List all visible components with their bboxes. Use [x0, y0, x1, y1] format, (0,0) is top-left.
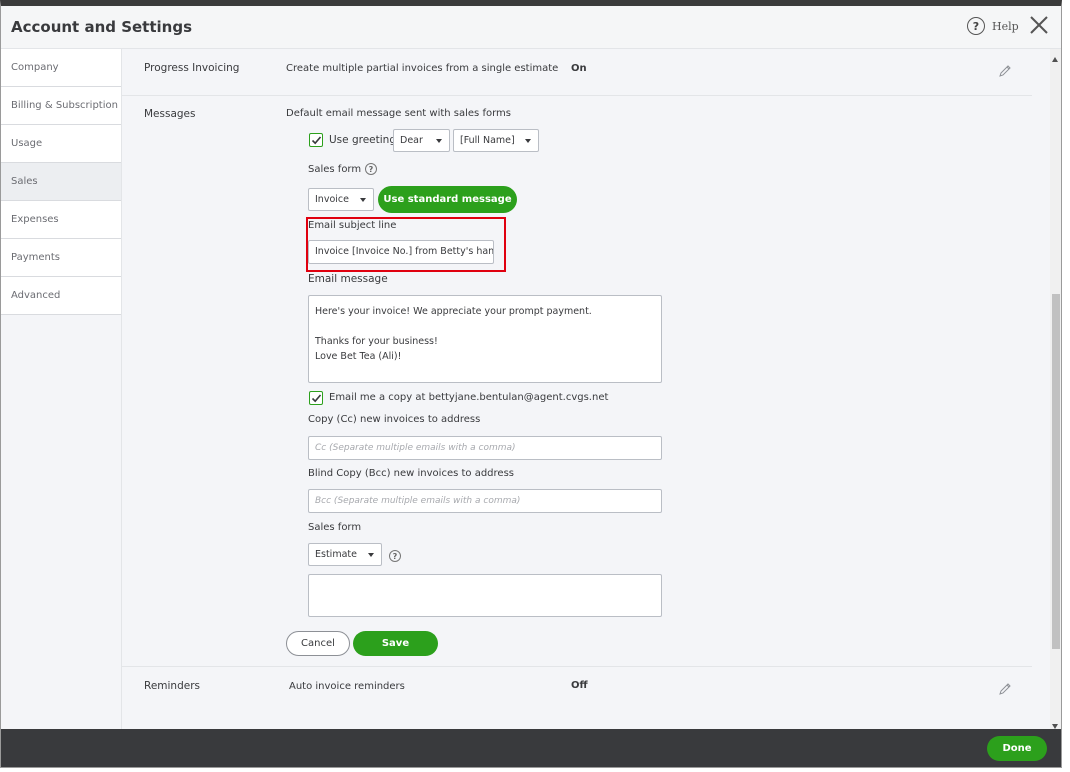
vertical-scrollbar[interactable] — [1050, 49, 1061, 739]
sidebar-item-payments[interactable]: Payments — [1, 239, 121, 277]
greeting-select-value: Dear — [400, 135, 423, 146]
chevron-down-icon — [525, 139, 531, 143]
chevron-down-icon — [360, 198, 366, 202]
use-greeting-label: Use greeting — [329, 134, 396, 146]
settings-sidebar: Company Billing & Subscription Usage Sal… — [1, 49, 122, 739]
bcc-label: Blind Copy (Bcc) new invoices to address — [308, 468, 514, 479]
edit-pencil-icon[interactable] — [998, 64, 1012, 78]
sidebar-item-expenses[interactable]: Expenses — [1, 201, 121, 239]
messages-row: Messages Default email message sent with… — [122, 95, 1032, 665]
name-select[interactable]: [Full Name] — [453, 129, 539, 152]
save-button[interactable]: Save — [353, 631, 438, 656]
close-icon[interactable] — [1027, 13, 1051, 37]
sidebar-item-sales[interactable]: Sales — [1, 163, 121, 201]
checkmark-icon — [311, 393, 321, 402]
reminders-row[interactable]: Reminders Auto invoice reminders Off — [122, 666, 1032, 716]
bcc-input[interactable]: Bcc (Separate multiple emails with a com… — [308, 489, 662, 513]
sales-form-select-value: Invoice — [315, 194, 349, 205]
sidebar-item-advanced[interactable]: Advanced — [1, 277, 121, 315]
sales-form2-select-value: Estimate — [315, 549, 357, 560]
progress-invoicing-value: On — [571, 63, 587, 74]
progress-invoicing-row[interactable]: Progress Invoicing Create multiple parti… — [122, 49, 1032, 95]
email-message-textarea[interactable]: Here's your invoice! We appreciate your … — [308, 295, 662, 383]
messages-description: Default email message sent with sales fo… — [286, 108, 511, 119]
use-greeting-checkbox[interactable] — [309, 133, 323, 147]
use-standard-message-button[interactable]: Use standard message — [378, 186, 517, 213]
reminders-label: Reminders — [144, 680, 200, 692]
sales-form-label: Sales form — [308, 164, 362, 175]
chevron-down-icon — [436, 139, 442, 143]
cancel-button[interactable]: Cancel — [286, 631, 350, 656]
scroll-thumb[interactable] — [1052, 294, 1060, 649]
sales-form2-textarea[interactable] — [308, 574, 662, 617]
chevron-down-icon — [368, 553, 374, 557]
page-title: Account and Settings — [11, 18, 193, 36]
footer-bar: Done — [1, 729, 1061, 767]
progress-invoicing-label: Progress Invoicing — [144, 62, 240, 74]
sales-form2-select[interactable]: Estimate — [308, 543, 382, 566]
checkmark-icon — [311, 135, 321, 144]
reminders-description: Auto invoice reminders — [289, 681, 405, 692]
cc-input[interactable]: Cc (Separate multiple emails with a comm… — [308, 436, 662, 460]
email-copy-checkbox[interactable] — [309, 391, 323, 405]
title-bar: Account and Settings ? Help — [1, 6, 1061, 49]
sidebar-item-billing[interactable]: Billing & Subscription — [1, 87, 121, 125]
greeting-select[interactable]: Dear — [393, 129, 450, 152]
scroll-up-icon[interactable] — [1052, 57, 1058, 62]
sidebar-item-company[interactable]: Company — [1, 49, 121, 87]
sidebar-item-usage[interactable]: Usage — [1, 125, 121, 163]
progress-invoicing-description: Create multiple partial invoices from a … — [286, 63, 559, 74]
email-message-label: Email message — [308, 273, 388, 285]
help-tooltip-icon[interactable]: ? — [389, 550, 401, 562]
sales-form2-label: Sales form — [308, 522, 362, 533]
email-copy-label: Email me a copy at bettyjane.bentulan@ag… — [329, 392, 609, 403]
name-select-value: [Full Name] — [460, 135, 515, 146]
edit-pencil-icon[interactable] — [998, 682, 1012, 696]
highlight-box — [306, 217, 506, 272]
cc-label: Copy (Cc) new invoices to address — [308, 414, 481, 425]
done-button[interactable]: Done — [987, 736, 1047, 761]
help-label: Help — [992, 19, 1019, 33]
settings-window: Account and Settings ? Help Company Bill… — [0, 0, 1062, 768]
settings-content: Progress Invoicing Create multiple parti… — [122, 49, 1050, 739]
reminders-value: Off — [571, 680, 588, 691]
help-button[interactable]: ? Help — [967, 17, 1019, 35]
help-tooltip-icon[interactable]: ? — [365, 163, 377, 175]
messages-label: Messages — [144, 108, 196, 120]
help-icon: ? — [967, 17, 985, 35]
sales-form-select[interactable]: Invoice — [308, 188, 374, 211]
